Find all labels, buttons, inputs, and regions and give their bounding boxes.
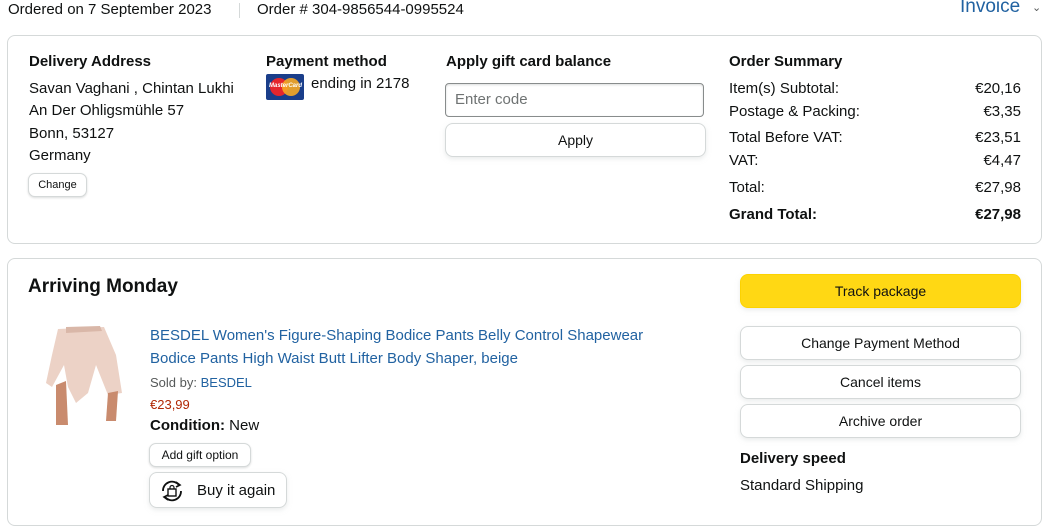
order-date: Ordered on 7 September 2023 xyxy=(8,1,212,18)
gift-card-title: Apply gift card balance xyxy=(446,53,612,70)
change-payment-method-button[interactable]: Change Payment Method xyxy=(740,326,1021,360)
summary-label-vat: VAT: xyxy=(729,152,759,169)
header-divider xyxy=(239,3,240,18)
product-image[interactable] xyxy=(46,325,122,427)
cancel-items-button[interactable]: Cancel items xyxy=(740,365,1021,399)
product-title-line-1[interactable]: BESDEL Women's Figure-Shaping Bodice Pan… xyxy=(150,327,643,344)
buy-it-again-label: Buy it again xyxy=(197,482,276,499)
change-address-button[interactable]: Change xyxy=(28,173,87,197)
summary-value-grand-total: €27,98 xyxy=(975,206,1021,223)
archive-order-button[interactable]: Archive order xyxy=(740,404,1021,438)
summary-label-total: Total: xyxy=(729,179,765,196)
delivery-speed-title: Delivery speed xyxy=(740,450,846,467)
seller-link[interactable]: BESDEL xyxy=(201,375,252,390)
condition-value: New xyxy=(229,417,260,434)
delivery-address-title: Delivery Address xyxy=(29,53,152,70)
chevron-down-icon[interactable]: ⌄ xyxy=(1032,1,1041,14)
summary-value-vat: €4,47 xyxy=(983,152,1021,169)
product-title-line-2[interactable]: Bodice Pants High Waist Butt Lifter Body… xyxy=(150,350,518,367)
address-line-name: Savan Vaghani , Chintan Lukhi xyxy=(29,80,234,97)
address-line-street: An Der Ohligsmühle 57 xyxy=(29,102,185,119)
repeat-bag-icon xyxy=(162,480,182,502)
address-line-country: Germany xyxy=(29,147,91,164)
payment-method-title: Payment method xyxy=(266,53,387,70)
summary-value-subtotal: €20,16 xyxy=(975,80,1021,97)
sold-by-label: Sold by: xyxy=(150,375,197,390)
condition-label: Condition: xyxy=(150,417,225,434)
buy-it-again-button[interactable]: Buy it again xyxy=(149,472,287,508)
summary-value-before-vat: €23,51 xyxy=(975,129,1021,146)
summary-label-grand-total: Grand Total: xyxy=(729,206,818,223)
delivery-speed-value: Standard Shipping xyxy=(740,477,864,494)
product-price: €23,99 xyxy=(150,397,190,412)
card-ending-text: ending in 2178 xyxy=(311,75,410,92)
order-number: Order # 304-9856544-0995524 xyxy=(257,1,464,18)
summary-label-subtotal: Item(s) Subtotal: xyxy=(729,80,840,97)
order-summary-title: Order Summary xyxy=(729,53,843,70)
address-line-city: Bonn, 53127 xyxy=(29,125,115,142)
summary-label-before-vat: Total Before VAT: xyxy=(729,129,843,146)
mastercard-icon: MasterCard xyxy=(266,74,304,100)
add-gift-option-button[interactable]: Add gift option xyxy=(149,443,251,467)
invoice-link[interactable]: Invoice xyxy=(960,0,1020,18)
summary-value-postage: €3,35 xyxy=(983,103,1021,120)
summary-label-postage: Postage & Packing: xyxy=(729,103,860,120)
gift-code-input[interactable]: Enter code xyxy=(445,83,704,117)
apply-button[interactable]: Apply xyxy=(445,123,706,157)
track-package-button[interactable]: Track package xyxy=(740,274,1021,308)
order-header: Ordered on 7 September 2023 Order # 304-… xyxy=(0,0,1043,22)
summary-value-total: €27,98 xyxy=(975,179,1021,196)
arrival-status: Arriving Monday xyxy=(28,276,178,297)
